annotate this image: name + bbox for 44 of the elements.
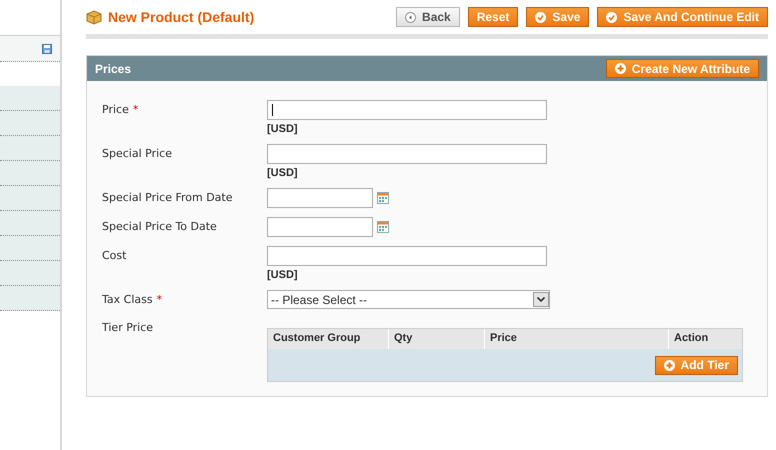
check-icon xyxy=(535,12,546,22)
create-attribute-button[interactable]: Create New Attribute xyxy=(606,59,759,78)
sidebar-tab[interactable] xyxy=(0,86,60,111)
box-icon xyxy=(86,10,102,24)
sidebar-tab[interactable] xyxy=(0,211,60,236)
page-title: New Product (Default) xyxy=(108,9,256,25)
sidebar-tab[interactable] xyxy=(0,186,60,211)
field-label: Tier Price xyxy=(102,321,154,334)
calendar-icon[interactable] xyxy=(377,192,389,204)
field-label: Cost xyxy=(102,249,126,262)
required-mark: * xyxy=(132,103,138,116)
header-button[interactable]: Save And Continue Edit xyxy=(597,7,768,27)
calendar-icon[interactable] xyxy=(377,221,389,233)
check-icon xyxy=(606,12,618,22)
field-label: Tax Class xyxy=(102,293,153,306)
sidebar-tab[interactable] xyxy=(0,136,60,161)
sidebar-tab[interactable] xyxy=(0,111,60,136)
column-header: Action xyxy=(673,331,710,346)
date-field[interactable] xyxy=(267,188,373,208)
currency-note: [USD] xyxy=(267,123,299,135)
plus-icon xyxy=(614,63,626,74)
field-label: Special Price To Date xyxy=(102,220,217,233)
currency-note: [USD] xyxy=(267,269,299,281)
sidebar-tab[interactable] xyxy=(0,261,60,286)
field-label: Special Price xyxy=(102,147,172,160)
required-mark: * xyxy=(156,293,162,306)
text-field[interactable] xyxy=(267,144,547,164)
section-title: Prices xyxy=(95,62,132,76)
sidebar-tab[interactable] xyxy=(0,35,60,62)
text-field[interactable] xyxy=(267,100,547,120)
tax-class-dropdown[interactable]: -- Please Select -- xyxy=(267,290,550,309)
header-button[interactable]: Reset xyxy=(468,7,518,27)
field-label: Price xyxy=(102,103,129,116)
currency-note: [USD] xyxy=(267,167,299,179)
field-label: Special Price From Date xyxy=(102,191,233,204)
header-button[interactable]: Back xyxy=(396,7,460,27)
add-tier-button[interactable]: Add Tier xyxy=(654,356,738,374)
header-button[interactable]: Save xyxy=(526,7,590,27)
date-field[interactable] xyxy=(267,217,373,237)
sidebar-tab[interactable] xyxy=(0,161,60,186)
text-field[interactable] xyxy=(267,246,547,266)
plus-icon xyxy=(664,360,675,370)
sidebar-tab[interactable] xyxy=(0,236,60,261)
sidebar-tab[interactable] xyxy=(0,286,60,311)
